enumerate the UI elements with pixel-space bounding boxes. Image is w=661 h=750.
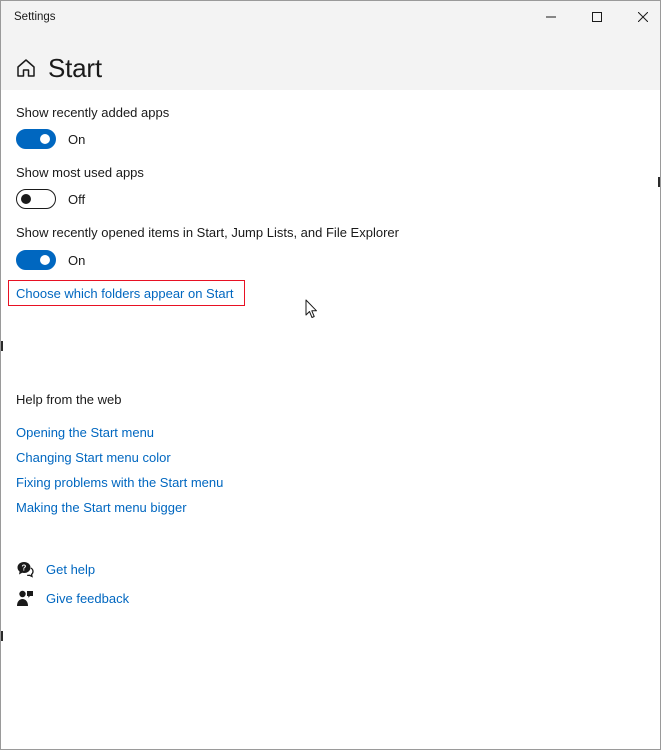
toggle-knob — [40, 255, 50, 265]
settings-window: Settings Start Show recently added apps — [0, 0, 661, 750]
most-used-apps-label: Show most used apps — [16, 165, 144, 180]
give-feedback-link[interactable]: Give feedback — [16, 589, 129, 607]
page-header: Start — [1, 33, 660, 90]
recently-added-apps-state: On — [68, 131, 86, 147]
toggle-knob — [40, 134, 50, 144]
right-edge-mark — [658, 177, 660, 187]
minimize-icon — [546, 16, 556, 18]
help-link-fixing-problems[interactable]: Fixing problems with the Start menu — [16, 475, 223, 490]
svg-text:?: ? — [22, 564, 27, 573]
help-link-opening-start[interactable]: Opening the Start menu — [16, 425, 154, 440]
choose-folders-link[interactable]: Choose which folders appear on Start — [16, 286, 234, 301]
recently-added-apps-row: On — [16, 129, 85, 149]
recently-added-apps-label: Show recently added apps — [16, 105, 170, 120]
help-heading: Help from the web — [16, 392, 122, 407]
recently-opened-items-row: On — [16, 250, 85, 270]
close-icon — [638, 12, 648, 22]
get-help-icon: ? — [17, 562, 34, 578]
get-help-label: Get help — [46, 561, 96, 577]
toggle-knob — [21, 194, 31, 204]
window-title: Settings — [14, 11, 56, 23]
recently-opened-items-label: Show recently opened items in Start, Jum… — [16, 225, 399, 240]
most-used-apps-toggle[interactable] — [16, 189, 56, 209]
give-feedback-label: Give feedback — [46, 590, 130, 606]
left-edge-mark-lower — [1, 631, 3, 641]
minimize-button[interactable] — [528, 1, 574, 33]
maximize-icon — [592, 12, 602, 22]
help-link-changing-color[interactable]: Changing Start menu color — [16, 450, 171, 465]
maximize-button[interactable] — [574, 1, 620, 33]
help-link-making-bigger[interactable]: Making the Start menu bigger — [16, 500, 187, 515]
get-help-link[interactable]: ? Get help — [16, 560, 95, 578]
settings-content: Show recently added apps On Show most us… — [1, 90, 660, 749]
most-used-apps-state: Off — [68, 191, 86, 207]
title-bar[interactable]: Settings — [1, 1, 660, 33]
recently-opened-items-toggle[interactable] — [16, 250, 56, 270]
left-edge-mark — [1, 341, 3, 351]
page-title: Start — [48, 53, 102, 83]
mouse-cursor-icon — [305, 299, 317, 318]
recently-opened-items-state: On — [68, 252, 86, 268]
recently-added-apps-toggle[interactable] — [16, 129, 56, 149]
home-icon — [17, 59, 35, 77]
feedback-icon — [17, 590, 33, 606]
close-button[interactable] — [620, 1, 660, 33]
most-used-apps-row: Off — [16, 189, 85, 209]
